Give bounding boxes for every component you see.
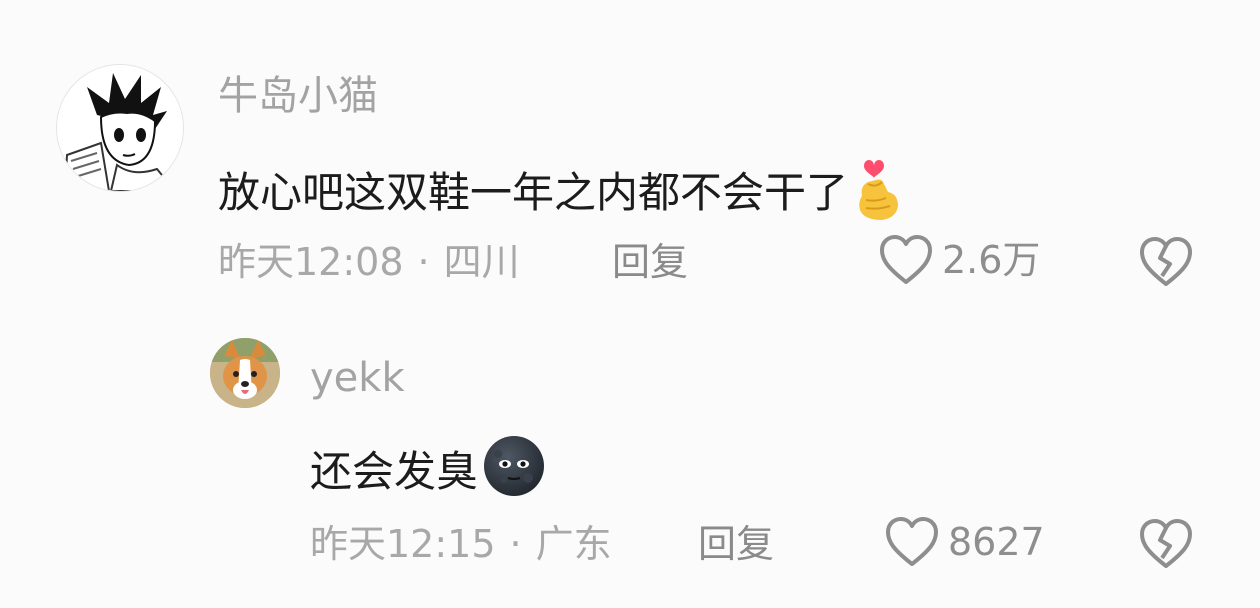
comment-time: 昨天12:08	[218, 240, 404, 284]
comment-body: 还会发臭	[310, 447, 479, 496]
finger-heart-emoji-icon	[852, 152, 904, 234]
username[interactable]: 牛岛小猫	[218, 72, 378, 120]
reply-button[interactable]: 回复	[698, 520, 774, 568]
heart-outline-icon	[880, 235, 932, 284]
comment-text: 放心吧这双鞋一年之内都不会干了	[218, 152, 904, 234]
comment-location: 四川	[443, 240, 520, 284]
user-avatar[interactable]	[56, 64, 184, 192]
comment-meta: 昨天12:08 · 四川	[218, 238, 520, 286]
like-count: 8627	[948, 520, 1045, 564]
like-button[interactable]: 8627	[884, 516, 1045, 568]
comment-body: 放心吧这双鞋一年之内都不会干了	[218, 168, 849, 217]
username[interactable]: yekk	[310, 354, 405, 402]
dislike-button[interactable]	[1138, 518, 1194, 574]
meta-separator: ·	[509, 522, 522, 566]
comment-meta: 昨天12:15 · 广东	[310, 520, 612, 568]
comment-location: 广东	[535, 522, 612, 566]
meta-separator: ·	[417, 240, 430, 284]
dislike-button[interactable]	[1138, 236, 1194, 292]
user-avatar[interactable]	[210, 338, 280, 408]
heart-outline-icon	[886, 517, 938, 566]
broken-heart-icon	[1140, 237, 1192, 286]
reply-button[interactable]: 回复	[612, 238, 688, 286]
new-moon-face-emoji-icon	[482, 434, 546, 510]
broken-heart-icon	[1140, 519, 1192, 568]
comment-time: 昨天12:15	[310, 522, 496, 566]
like-button[interactable]: 2.6万	[878, 234, 1040, 286]
like-count: 2.6万	[942, 238, 1041, 282]
comment-text: 还会发臭	[310, 434, 546, 510]
